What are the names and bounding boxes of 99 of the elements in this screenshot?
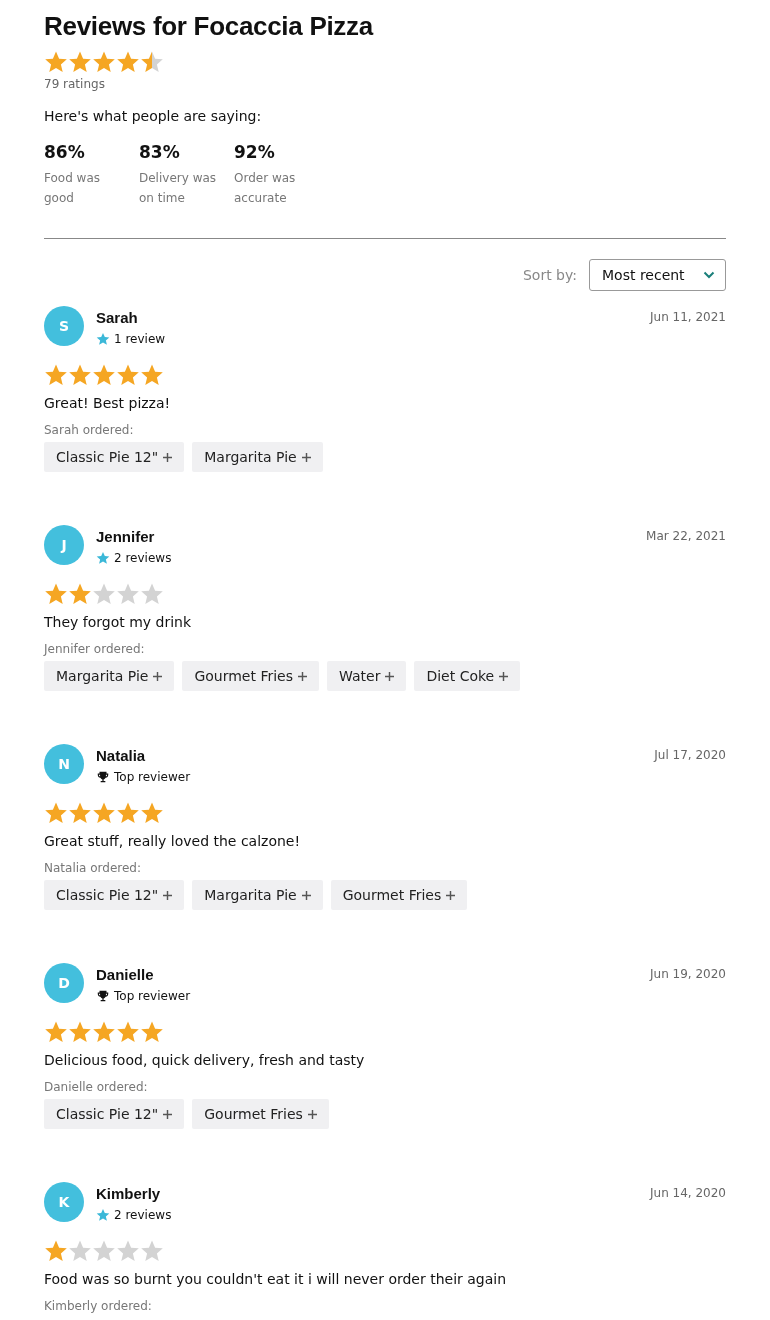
menu-item-chip[interactable]: Classic Pie 12"	[44, 442, 185, 472]
star-icon	[44, 582, 68, 606]
sort-dropdown[interactable]: Most recent	[589, 259, 726, 291]
plus-icon	[301, 890, 311, 900]
star-icon	[92, 1239, 116, 1263]
review-date: Jun 19, 2020	[650, 966, 726, 981]
ordered-label: Jennifer ordered:	[44, 642, 146, 656]
star-icon	[92, 363, 116, 387]
stat-label: Delivery was on time	[139, 170, 218, 207]
star-icon	[140, 50, 164, 74]
badge-label: 2 reviews	[114, 551, 172, 565]
ratings-count: 79 ratings	[44, 77, 106, 91]
trophy-icon	[96, 989, 110, 1003]
menu-item-chip[interactable]: Classic Pie 12"	[44, 880, 185, 910]
badge-label: 2 reviews	[114, 1208, 172, 1222]
avatar: N	[44, 744, 84, 784]
star-icon	[116, 50, 140, 74]
star-icon	[140, 801, 164, 825]
reviewer-name: Sarah	[96, 309, 139, 326]
star-icon	[116, 801, 140, 825]
star-icon	[68, 801, 92, 825]
star-icon	[68, 1020, 92, 1044]
trophy-icon	[96, 770, 110, 784]
avatar: J	[44, 525, 84, 565]
plus-icon	[301, 452, 311, 462]
reviewer-name: Danielle	[96, 966, 155, 983]
chevron-down-icon	[703, 271, 715, 279]
plus-icon	[163, 1109, 173, 1119]
plus-icon	[499, 671, 509, 681]
review-date: Mar 22, 2021	[646, 528, 726, 543]
plus-icon	[163, 890, 173, 900]
stat-label: Food was good	[44, 170, 101, 207]
star-icon	[116, 1020, 140, 1044]
star-icon	[44, 50, 68, 74]
menu-item-chip[interactable]: Gourmet Fries	[330, 880, 468, 910]
badge-label: Top reviewer	[114, 770, 191, 784]
star-icon	[96, 332, 110, 346]
star-icon	[116, 582, 140, 606]
star-icon	[44, 1239, 68, 1263]
star-icon	[44, 363, 68, 387]
ordered-label: Kimberly ordered:	[44, 1299, 153, 1313]
menu-item-chip[interactable]: Margarita Pie	[192, 880, 323, 910]
plus-icon	[385, 671, 395, 681]
menu-item-chip[interactable]: Margarita Pie	[192, 442, 323, 472]
avatar: D	[44, 963, 84, 1003]
avatar: K	[44, 1182, 84, 1222]
stat-value: 92%	[234, 142, 276, 162]
page-title: Reviews for Focaccia Pizza	[44, 10, 375, 43]
sort-label: Sort by:	[522, 267, 577, 283]
star-icon	[44, 801, 68, 825]
review-text: Food was so burnt you couldn't eat it i will never order their again	[44, 1271, 508, 1287]
badge-label: Top reviewer	[114, 989, 191, 1003]
star-icon	[96, 551, 110, 565]
star-icon	[140, 1020, 164, 1044]
intro-text: Here's what people are saying:	[44, 108, 263, 124]
menu-item-chip[interactable]: Gourmet Fries	[192, 1099, 329, 1129]
star-icon	[92, 50, 116, 74]
star-icon	[92, 1020, 116, 1044]
stat-value: 86%	[44, 142, 86, 162]
star-icon	[68, 363, 92, 387]
plus-icon	[307, 1109, 317, 1119]
review-date: Jun 14, 2020	[650, 1185, 726, 1200]
star-icon	[92, 582, 116, 606]
plus-icon	[153, 671, 163, 681]
reviewer-name: Jennifer	[96, 528, 156, 545]
star-icon	[140, 363, 164, 387]
review-text: Great! Best pizza!	[44, 395, 172, 411]
review-date: Jul 17, 2020	[654, 747, 726, 762]
stat-label: Order was accurate	[234, 170, 297, 207]
menu-item-chip[interactable]: Diet Coke	[414, 661, 521, 691]
star-icon	[68, 582, 92, 606]
plus-icon	[163, 452, 173, 462]
menu-item-chip[interactable]: Water	[327, 661, 407, 691]
star-icon	[44, 1020, 68, 1044]
plus-icon	[446, 890, 456, 900]
reviewer-name: Kimberly	[96, 1185, 162, 1202]
reviewer-name: Natalia	[96, 747, 147, 764]
plus-icon	[298, 671, 307, 681]
review-text: They forgot my drink	[44, 614, 193, 630]
review-text: Delicious food, quick delivery, fresh and tasty	[44, 1052, 366, 1068]
menu-item-chip[interactable]: Gourmet Fries	[182, 661, 319, 691]
star-icon	[68, 50, 92, 74]
menu-item-chip[interactable]: Classic Pie 12"	[44, 1099, 185, 1129]
star-icon	[140, 582, 164, 606]
star-icon	[92, 801, 116, 825]
ordered-label: Natalia ordered:	[44, 861, 142, 875]
review-text: Great stuff, really loved the calzone!	[44, 833, 302, 849]
review-date: Jun 11, 2021	[650, 309, 726, 324]
star-icon	[116, 363, 140, 387]
menu-item-chip[interactable]: Margarita Pie	[44, 661, 175, 691]
star-icon	[140, 1239, 164, 1263]
stat-value: 83%	[139, 142, 181, 162]
avatar: S	[44, 306, 84, 346]
ordered-label: Sarah ordered:	[44, 423, 135, 437]
star-icon	[96, 1208, 110, 1222]
badge-label: 1 review	[114, 332, 166, 346]
ordered-label: Danielle ordered:	[44, 1080, 149, 1094]
star-icon	[116, 1239, 140, 1263]
star-icon	[68, 1239, 92, 1263]
